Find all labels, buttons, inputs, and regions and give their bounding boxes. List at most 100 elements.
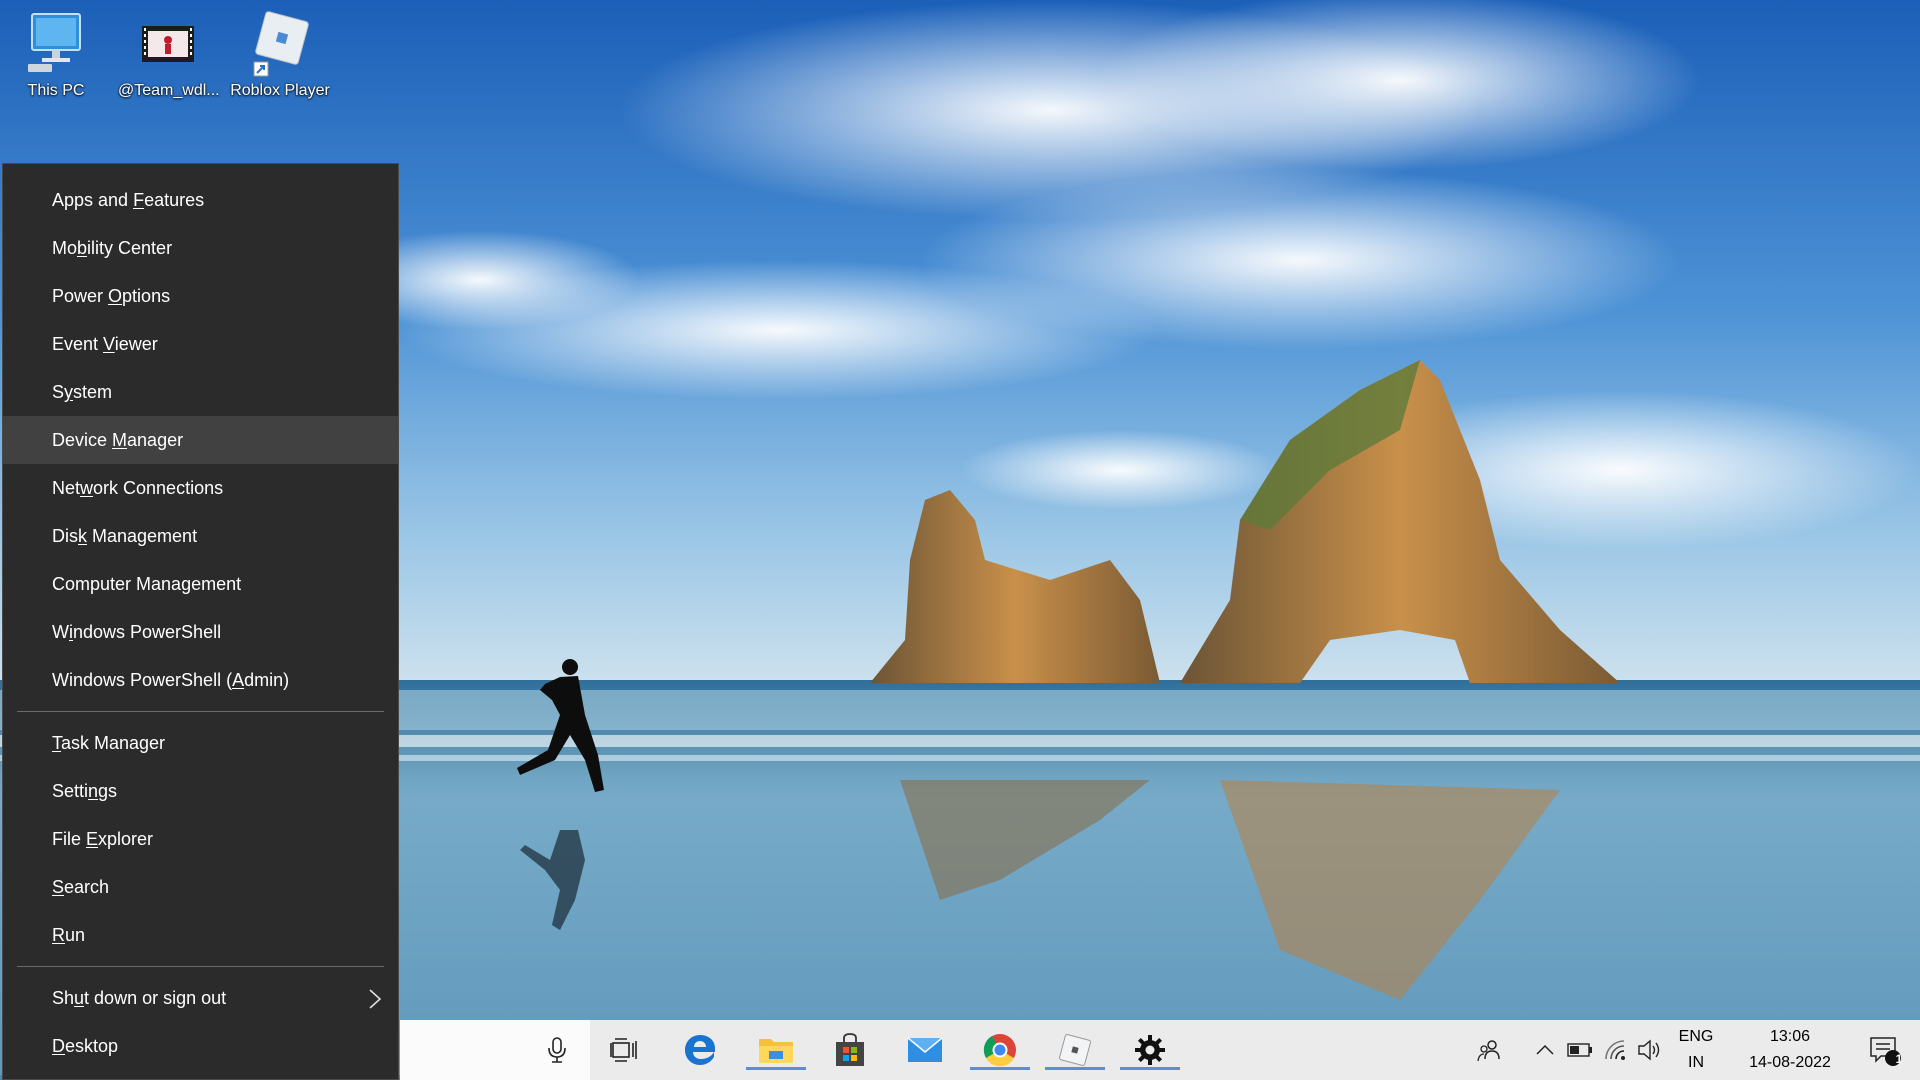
access-key: n [88, 781, 99, 801]
menu-item-label: gs [98, 781, 118, 801]
menu-item-label: Management [87, 526, 198, 546]
settings-icon[interactable] [1120, 1030, 1180, 1070]
menu-item-label: Dis [52, 526, 78, 546]
menu-item-label: Computer Mana [52, 574, 182, 594]
menu-item-label: Setti [52, 781, 89, 801]
menu-item-label: stem [73, 382, 113, 402]
access-key: g [181, 574, 192, 594]
access-key: T [52, 733, 61, 753]
edge-icon[interactable] [680, 1030, 720, 1070]
region-label: IN [1688, 1054, 1704, 1071]
menu-item-system[interactable]: System [3, 368, 398, 416]
file-explorer-icon[interactable] [746, 1030, 806, 1070]
menu-item-settings[interactable]: Settings [3, 767, 398, 815]
menu-separator [17, 711, 384, 712]
desktop-icon-label: Roblox Player [230, 82, 330, 99]
access-key: y [64, 382, 74, 402]
menu-item-windows-powershell-admin[interactable]: Windows PowerShell (Admin) [3, 656, 398, 704]
mail-icon[interactable] [905, 1030, 945, 1070]
menu-item-label: t down or sign out [84, 988, 227, 1008]
menu-item-apps-and-features[interactable]: Apps and Features [3, 176, 398, 224]
menu-item-label: anager [127, 430, 184, 450]
menu-item-label: ork Connections [93, 478, 224, 498]
access-key: V [103, 334, 115, 354]
menu-item-label: Mo [52, 238, 78, 258]
clock-date: 14-08-2022 [1749, 1054, 1831, 1071]
menu-item-desktop[interactable]: Desktop [3, 1022, 398, 1070]
desktop-icon-video-shortcut[interactable]: @Team_wdl... [118, 8, 220, 100]
access-key: A [232, 670, 245, 690]
menu-item-label: ility Center [87, 238, 173, 258]
menu-separator [17, 966, 384, 967]
menu-item-event-viewer[interactable]: Event Viewer [3, 320, 398, 368]
access-key: w [80, 478, 94, 498]
notification-count-badge: 1 [1895, 1052, 1903, 1066]
menu-item-label: Device [52, 430, 113, 450]
access-key: O [108, 286, 123, 306]
clock-time: 13:06 [1769, 1028, 1811, 1045]
menu-item-task-manager[interactable]: Task Manager [3, 719, 398, 767]
roblox-icon [248, 8, 312, 80]
this-pc-icon [24, 8, 88, 80]
menu-item-label: ement [191, 574, 242, 594]
menu-item-label: Power [52, 286, 109, 306]
microphone-icon[interactable] [537, 1030, 577, 1070]
clock[interactable]: 13:06 14-08-2022 [1730, 1024, 1850, 1076]
roblox-icon[interactable] [1045, 1030, 1105, 1070]
menu-item-network-connections[interactable]: Network Connections [3, 464, 398, 512]
taskbar: ENG IN 13:06 14-08-2022 1 [400, 1020, 1920, 1080]
access-key: k [78, 526, 87, 546]
volume-icon[interactable] [1630, 1030, 1670, 1070]
menu-item-label: un [65, 925, 86, 945]
menu-item-label: File [52, 829, 87, 849]
menu-item-label: Event [52, 334, 104, 354]
people-icon[interactable] [1470, 1030, 1510, 1070]
access-key: S [52, 877, 65, 897]
access-key: u [74, 988, 85, 1008]
menu-item-file-explorer[interactable]: File Explorer [3, 815, 398, 863]
language-label: ENG [1678, 1028, 1714, 1045]
store-icon[interactable] [830, 1030, 870, 1070]
action-center-button[interactable]: 1 [1865, 1030, 1905, 1070]
chrome-icon[interactable] [970, 1030, 1030, 1070]
menu-item-run[interactable]: Run [3, 911, 398, 959]
access-key: D [52, 1036, 65, 1056]
running-indicator [746, 1067, 806, 1070]
access-key: M [112, 430, 128, 450]
menu-item-disk-management[interactable]: Disk Management [3, 512, 398, 560]
menu-item-label: Net [52, 478, 81, 498]
desktop-icon-this-pc[interactable]: This PC [6, 8, 106, 100]
menu-item-windows-powershell[interactable]: Windows PowerShell [3, 608, 398, 656]
access-key: F [133, 190, 145, 210]
menu-item-shut-down-or-sign-out[interactable]: Shut down or sign out [3, 974, 398, 1022]
access-key: b [77, 238, 88, 258]
menu-item-device-manager[interactable]: Device Manager [3, 416, 398, 464]
menu-item-computer-management[interactable]: Computer Management [3, 560, 398, 608]
access-key: R [52, 925, 65, 945]
menu-item-label: S [52, 382, 65, 402]
menu-item-label: W [52, 622, 69, 642]
menu-item-label: iewer [114, 334, 158, 354]
menu-item-label: xplorer [98, 829, 154, 849]
task-view-icon[interactable] [604, 1030, 644, 1070]
chevron-up-icon[interactable] [1525, 1030, 1565, 1070]
menu-item-label: eatures [144, 190, 205, 210]
menu-item-label: dmin) [244, 670, 290, 690]
battery-icon[interactable] [1560, 1030, 1600, 1070]
chevron-right-icon [368, 974, 382, 1022]
running-indicator [970, 1067, 1030, 1070]
menu-item-power-options[interactable]: Power Options [3, 272, 398, 320]
menu-item-mobility-center[interactable]: Mobility Center [3, 224, 398, 272]
input-language-indicator[interactable]: ENG IN [1668, 1024, 1724, 1076]
menu-item-label: Windows PowerShell ( [52, 670, 233, 690]
menu-item-label: earch [64, 877, 110, 897]
running-indicator [1045, 1067, 1105, 1070]
running-indicator [1120, 1067, 1180, 1070]
menu-item-label: Sh [52, 988, 75, 1008]
video-shortcut-icon [136, 8, 200, 80]
menu-item-label: ask Manager [61, 733, 166, 753]
menu-item-label: Apps and [52, 190, 134, 210]
desktop-icon-roblox-player[interactable]: Roblox Player [230, 8, 330, 100]
desktop-icon-label: @Team_wdl... [118, 82, 220, 99]
menu-item-search[interactable]: Search [3, 863, 398, 911]
